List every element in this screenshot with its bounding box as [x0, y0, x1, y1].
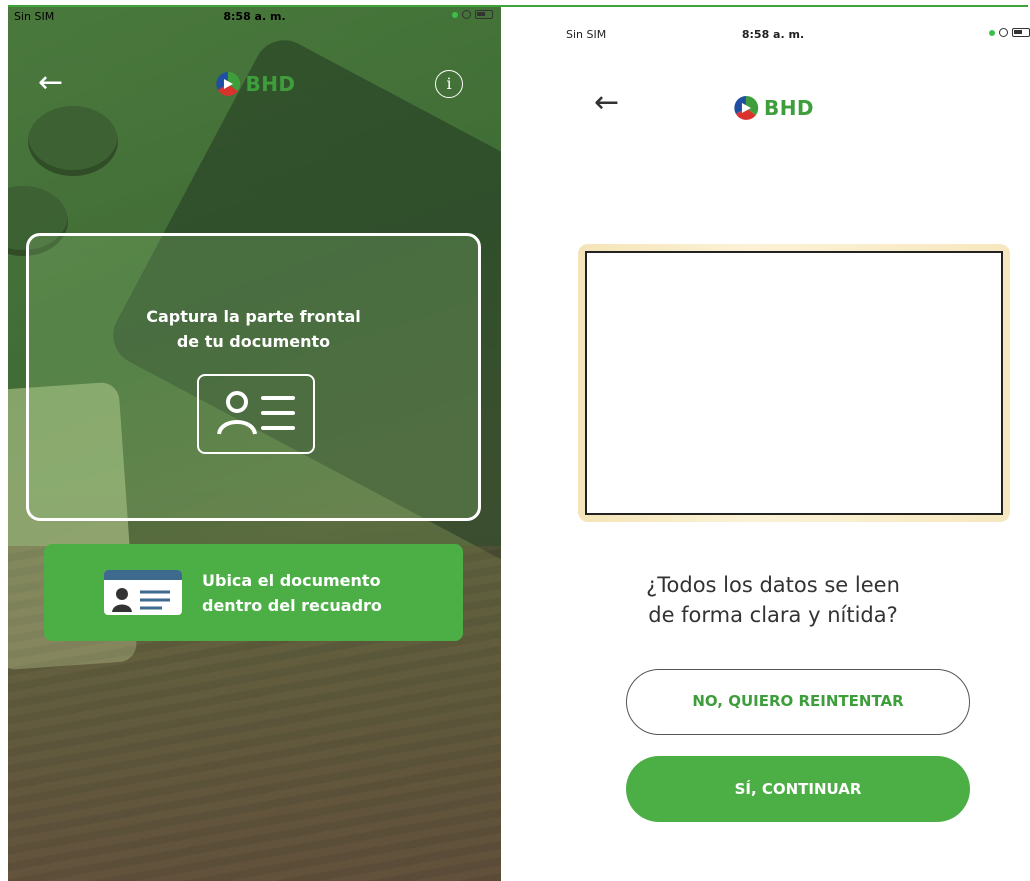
review-screen: Sin SIM 8:58 a. m. ← BHD ¿Todos los dato…	[516, 6, 1030, 881]
background-object	[28, 106, 118, 176]
capture-instruction: Captura la parte frontal de tu documento	[29, 304, 478, 354]
recording-dot-icon	[452, 11, 458, 18]
continue-button[interactable]: SÍ, CONTINUAR	[626, 756, 970, 822]
bhd-logo-icon	[215, 71, 240, 96]
captured-image	[585, 251, 1003, 515]
document-capture-frame: Captura la parte frontal de tu documento	[26, 233, 481, 521]
question-line2: de forma clara y nítida?	[648, 603, 898, 627]
id-card-icon	[197, 374, 315, 454]
carrier-label: Sin SIM	[566, 28, 607, 41]
capture-instruction-line1: Captura la parte frontal	[146, 307, 361, 326]
hint-line2: dentro del recuadro	[202, 596, 382, 615]
bhd-logo: BHD	[213, 70, 295, 98]
id-card-glyph	[217, 391, 295, 435]
top-nav: ← BHD	[516, 88, 1030, 130]
carrier-label: Sin SIM	[14, 10, 55, 23]
status-bar: Sin SIM 8:58 a. m.	[8, 6, 501, 28]
top-nav: ← BHD i	[8, 66, 501, 106]
clock: 8:58 a. m.	[223, 10, 286, 23]
placement-hint-text: Ubica el documento dentro del recuadro	[202, 568, 382, 618]
back-arrow-icon[interactable]: ←	[38, 68, 63, 98]
bhd-logo: BHD	[732, 94, 814, 122]
info-icon[interactable]: i	[435, 70, 463, 98]
bhd-logo-icon	[734, 95, 759, 120]
capture-screen: Sin SIM 8:58 a. m. ← BHD i Captura la pa…	[8, 6, 501, 881]
lock-rotation-icon	[462, 10, 471, 19]
clock: 8:58 a. m.	[741, 28, 805, 41]
capture-instruction-line2: de tu documento	[176, 332, 331, 351]
logo-text: BHD	[763, 96, 815, 120]
recording-dot-icon	[989, 29, 995, 36]
placement-hint: Ubica el documento dentro del recuadro	[44, 544, 463, 641]
battery-icon	[475, 10, 493, 19]
divider	[8, 5, 1028, 7]
battery-icon	[1012, 28, 1030, 37]
back-arrow-icon[interactable]: ←	[594, 88, 619, 118]
status-icons	[989, 28, 1030, 37]
logo-text: BHD	[245, 72, 296, 96]
status-icons	[452, 10, 493, 19]
document-illustration-icon	[104, 570, 182, 615]
hint-line1: Ubica el documento	[202, 571, 381, 590]
lock-rotation-icon	[999, 28, 1008, 37]
retry-button[interactable]: NO, QUIERO REINTENTAR	[626, 669, 970, 735]
captured-document-preview	[578, 244, 1010, 522]
confirmation-question: ¿Todos los datos se leen de forma clara …	[516, 570, 1030, 630]
question-line1: ¿Todos los datos se leen	[646, 573, 900, 597]
status-bar: Sin SIM 8:58 a. m.	[516, 6, 1030, 41]
